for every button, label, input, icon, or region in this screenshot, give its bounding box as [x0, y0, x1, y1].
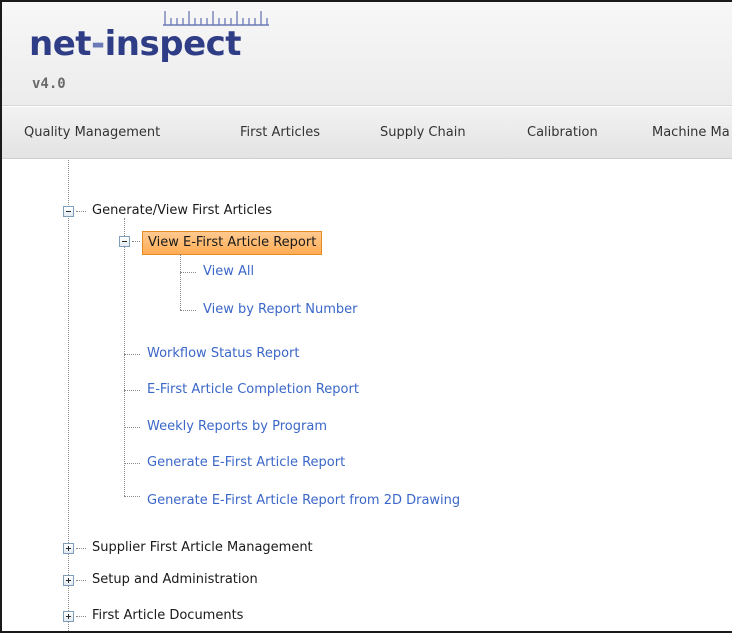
- collapse-icon[interactable]: [119, 236, 130, 247]
- tree-link-generate-from-2d-drawing[interactable]: Generate E-First Article Report from 2D …: [147, 493, 460, 509]
- logo-text-net: net: [29, 24, 92, 64]
- nav-quality-management[interactable]: Quality Management: [24, 125, 160, 140]
- tree-link-weekly-reports[interactable]: Weekly Reports by Program: [147, 419, 327, 435]
- nav-machine-management[interactable]: Machine Ma: [652, 125, 730, 140]
- tree-connector: [124, 496, 140, 497]
- tree-connector: [132, 241, 140, 242]
- nav-calibration[interactable]: Calibration: [527, 125, 598, 140]
- tree-link-view-by-report-number[interactable]: View by Report Number: [203, 302, 358, 318]
- collapse-icon[interactable]: [63, 206, 74, 217]
- tree-connector: [180, 310, 196, 311]
- tree-node-first-article-documents[interactable]: First Article Documents: [92, 608, 243, 624]
- expand-icon[interactable]: [63, 543, 74, 554]
- tree-connector: [124, 354, 140, 355]
- tree-connector: [76, 616, 86, 617]
- tree-root-connector: [68, 160, 69, 631]
- version-label: v4.0: [32, 76, 66, 92]
- expand-icon[interactable]: [63, 611, 74, 622]
- tree-connector: [124, 463, 140, 464]
- logo-text: net-inspect: [29, 24, 242, 64]
- first-articles-tree: Generate/View First Articles View E-Firs…: [2, 160, 732, 631]
- tree-connector: [124, 390, 140, 391]
- logo-text-inspect: inspect: [104, 24, 242, 64]
- main-nav: Quality Management First Articles Supply…: [2, 107, 732, 159]
- tree-level2-connector: [124, 218, 125, 496]
- tree-connector: [124, 427, 140, 428]
- net-inspect-logo[interactable]: net-inspect: [29, 10, 289, 66]
- app-header: net-inspect v4.0: [2, 2, 732, 106]
- tree-connector: [180, 272, 196, 273]
- logo-text-hyphen: -: [91, 24, 105, 64]
- tree-link-workflow-status-report[interactable]: Workflow Status Report: [147, 346, 299, 362]
- tree-node-view-e-first-article-report[interactable]: View E-First Article Report: [142, 231, 323, 255]
- tree-link-completion-report[interactable]: E-First Article Completion Report: [147, 382, 359, 398]
- nav-first-articles[interactable]: First Articles: [240, 125, 320, 140]
- expand-icon[interactable]: [63, 575, 74, 586]
- tree-link-generate-report[interactable]: Generate E-First Article Report: [147, 455, 345, 471]
- tree-node-setup-and-administration[interactable]: Setup and Administration: [92, 572, 258, 588]
- app-frame: net-inspect v4.0 Quality Management Firs…: [0, 0, 732, 633]
- tree-connector: [76, 548, 86, 549]
- tree-level3-connector: [180, 254, 181, 310]
- tree-connector: [76, 211, 86, 212]
- tree-connector: [76, 580, 86, 581]
- tree-link-view-all[interactable]: View All: [203, 264, 254, 280]
- tree-node-generate-view-first-articles[interactable]: Generate/View First Articles: [92, 203, 272, 219]
- nav-supply-chain[interactable]: Supply Chain: [380, 125, 466, 140]
- tree-node-supplier-first-article-management[interactable]: Supplier First Article Management: [92, 540, 313, 556]
